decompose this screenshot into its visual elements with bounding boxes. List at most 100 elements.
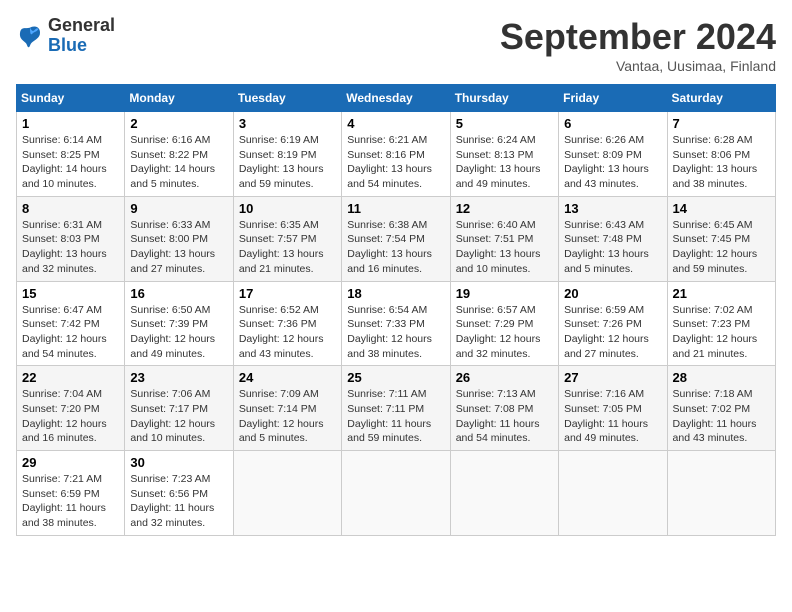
table-row: 30 Sunrise: 7:23 AM Sunset: 6:56 PM Dayl… <box>125 451 233 536</box>
location-subtitle: Vantaa, Uusimaa, Finland <box>500 58 776 74</box>
day-info: Sunrise: 6:40 AM Sunset: 7:51 PM Dayligh… <box>456 218 553 277</box>
table-row: 2 Sunrise: 6:16 AM Sunset: 8:22 PM Dayli… <box>125 112 233 197</box>
table-row <box>667 451 775 536</box>
logo-blue-text: Blue <box>48 35 87 55</box>
calendar-week-2: 8 Sunrise: 6:31 AM Sunset: 8:03 PM Dayli… <box>17 196 776 281</box>
table-row: 7 Sunrise: 6:28 AM Sunset: 8:06 PM Dayli… <box>667 112 775 197</box>
day-number: 8 <box>22 201 119 216</box>
col-tuesday: Tuesday <box>233 85 341 112</box>
table-row: 11 Sunrise: 6:38 AM Sunset: 7:54 PM Dayl… <box>342 196 450 281</box>
day-info: Sunrise: 7:16 AM Sunset: 7:05 PM Dayligh… <box>564 387 661 446</box>
day-number: 9 <box>130 201 227 216</box>
table-row: 22 Sunrise: 7:04 AM Sunset: 7:20 PM Dayl… <box>17 366 125 451</box>
day-info: Sunrise: 6:21 AM Sunset: 8:16 PM Dayligh… <box>347 133 444 192</box>
day-info: Sunrise: 7:18 AM Sunset: 7:02 PM Dayligh… <box>673 387 770 446</box>
day-info: Sunrise: 6:14 AM Sunset: 8:25 PM Dayligh… <box>22 133 119 192</box>
day-info: Sunrise: 6:52 AM Sunset: 7:36 PM Dayligh… <box>239 303 336 362</box>
table-row: 27 Sunrise: 7:16 AM Sunset: 7:05 PM Dayl… <box>559 366 667 451</box>
day-number: 16 <box>130 286 227 301</box>
day-info: Sunrise: 6:43 AM Sunset: 7:48 PM Dayligh… <box>564 218 661 277</box>
day-number: 25 <box>347 370 444 385</box>
day-info: Sunrise: 6:26 AM Sunset: 8:09 PM Dayligh… <box>564 133 661 192</box>
table-row: 29 Sunrise: 7:21 AM Sunset: 6:59 PM Dayl… <box>17 451 125 536</box>
day-number: 22 <box>22 370 119 385</box>
page-header: General Blue September 2024 Vantaa, Uusi… <box>16 16 776 74</box>
table-row: 20 Sunrise: 6:59 AM Sunset: 7:26 PM Dayl… <box>559 281 667 366</box>
table-row: 4 Sunrise: 6:21 AM Sunset: 8:16 PM Dayli… <box>342 112 450 197</box>
col-thursday: Thursday <box>450 85 558 112</box>
table-row: 23 Sunrise: 7:06 AM Sunset: 7:17 PM Dayl… <box>125 366 233 451</box>
day-info: Sunrise: 6:45 AM Sunset: 7:45 PM Dayligh… <box>673 218 770 277</box>
table-row: 17 Sunrise: 6:52 AM Sunset: 7:36 PM Dayl… <box>233 281 341 366</box>
day-info: Sunrise: 6:24 AM Sunset: 8:13 PM Dayligh… <box>456 133 553 192</box>
table-row: 28 Sunrise: 7:18 AM Sunset: 7:02 PM Dayl… <box>667 366 775 451</box>
table-row: 14 Sunrise: 6:45 AM Sunset: 7:45 PM Dayl… <box>667 196 775 281</box>
day-number: 30 <box>130 455 227 470</box>
day-number: 29 <box>22 455 119 470</box>
table-row <box>559 451 667 536</box>
table-row: 9 Sunrise: 6:33 AM Sunset: 8:00 PM Dayli… <box>125 196 233 281</box>
day-info: Sunrise: 6:54 AM Sunset: 7:33 PM Dayligh… <box>347 303 444 362</box>
month-title: September 2024 <box>500 16 776 58</box>
table-row: 1 Sunrise: 6:14 AM Sunset: 8:25 PM Dayli… <box>17 112 125 197</box>
table-row <box>450 451 558 536</box>
table-row: 3 Sunrise: 6:19 AM Sunset: 8:19 PM Dayli… <box>233 112 341 197</box>
table-row: 6 Sunrise: 6:26 AM Sunset: 8:09 PM Dayli… <box>559 112 667 197</box>
day-info: Sunrise: 6:33 AM Sunset: 8:00 PM Dayligh… <box>130 218 227 277</box>
table-row: 12 Sunrise: 6:40 AM Sunset: 7:51 PM Dayl… <box>450 196 558 281</box>
table-row: 8 Sunrise: 6:31 AM Sunset: 8:03 PM Dayli… <box>17 196 125 281</box>
table-row: 26 Sunrise: 7:13 AM Sunset: 7:08 PM Dayl… <box>450 366 558 451</box>
col-saturday: Saturday <box>667 85 775 112</box>
col-sunday: Sunday <box>17 85 125 112</box>
table-row: 13 Sunrise: 6:43 AM Sunset: 7:48 PM Dayl… <box>559 196 667 281</box>
table-row: 10 Sunrise: 6:35 AM Sunset: 7:57 PM Dayl… <box>233 196 341 281</box>
day-info: Sunrise: 6:35 AM Sunset: 7:57 PM Dayligh… <box>239 218 336 277</box>
day-info: Sunrise: 6:50 AM Sunset: 7:39 PM Dayligh… <box>130 303 227 362</box>
day-number: 26 <box>456 370 553 385</box>
day-info: Sunrise: 7:11 AM Sunset: 7:11 PM Dayligh… <box>347 387 444 446</box>
day-number: 24 <box>239 370 336 385</box>
day-number: 21 <box>673 286 770 301</box>
day-info: Sunrise: 7:02 AM Sunset: 7:23 PM Dayligh… <box>673 303 770 362</box>
table-row: 25 Sunrise: 7:11 AM Sunset: 7:11 PM Dayl… <box>342 366 450 451</box>
day-info: Sunrise: 7:13 AM Sunset: 7:08 PM Dayligh… <box>456 387 553 446</box>
calendar-header-row: Sunday Monday Tuesday Wednesday Thursday… <box>17 85 776 112</box>
day-info: Sunrise: 6:38 AM Sunset: 7:54 PM Dayligh… <box>347 218 444 277</box>
day-number: 20 <box>564 286 661 301</box>
table-row <box>342 451 450 536</box>
day-number: 2 <box>130 116 227 131</box>
calendar-week-4: 22 Sunrise: 7:04 AM Sunset: 7:20 PM Dayl… <box>17 366 776 451</box>
day-number: 7 <box>673 116 770 131</box>
day-number: 23 <box>130 370 227 385</box>
table-row <box>233 451 341 536</box>
day-number: 14 <box>673 201 770 216</box>
day-info: Sunrise: 6:28 AM Sunset: 8:06 PM Dayligh… <box>673 133 770 192</box>
logo: General Blue <box>16 16 115 56</box>
day-number: 5 <box>456 116 553 131</box>
day-number: 15 <box>22 286 119 301</box>
day-info: Sunrise: 6:16 AM Sunset: 8:22 PM Dayligh… <box>130 133 227 192</box>
calendar-week-1: 1 Sunrise: 6:14 AM Sunset: 8:25 PM Dayli… <box>17 112 776 197</box>
table-row: 18 Sunrise: 6:54 AM Sunset: 7:33 PM Dayl… <box>342 281 450 366</box>
logo-bird-icon <box>16 22 44 50</box>
day-number: 3 <box>239 116 336 131</box>
day-number: 10 <box>239 201 336 216</box>
calendar-week-5: 29 Sunrise: 7:21 AM Sunset: 6:59 PM Dayl… <box>17 451 776 536</box>
col-wednesday: Wednesday <box>342 85 450 112</box>
day-info: Sunrise: 7:21 AM Sunset: 6:59 PM Dayligh… <box>22 472 119 531</box>
day-number: 1 <box>22 116 119 131</box>
day-number: 4 <box>347 116 444 131</box>
day-number: 28 <box>673 370 770 385</box>
day-number: 13 <box>564 201 661 216</box>
day-info: Sunrise: 7:23 AM Sunset: 6:56 PM Dayligh… <box>130 472 227 531</box>
day-number: 19 <box>456 286 553 301</box>
table-row: 24 Sunrise: 7:09 AM Sunset: 7:14 PM Dayl… <box>233 366 341 451</box>
day-number: 27 <box>564 370 661 385</box>
table-row: 15 Sunrise: 6:47 AM Sunset: 7:42 PM Dayl… <box>17 281 125 366</box>
table-row: 5 Sunrise: 6:24 AM Sunset: 8:13 PM Dayli… <box>450 112 558 197</box>
day-number: 6 <box>564 116 661 131</box>
table-row: 16 Sunrise: 6:50 AM Sunset: 7:39 PM Dayl… <box>125 281 233 366</box>
day-number: 18 <box>347 286 444 301</box>
calendar-table: Sunday Monday Tuesday Wednesday Thursday… <box>16 84 776 536</box>
day-number: 12 <box>456 201 553 216</box>
